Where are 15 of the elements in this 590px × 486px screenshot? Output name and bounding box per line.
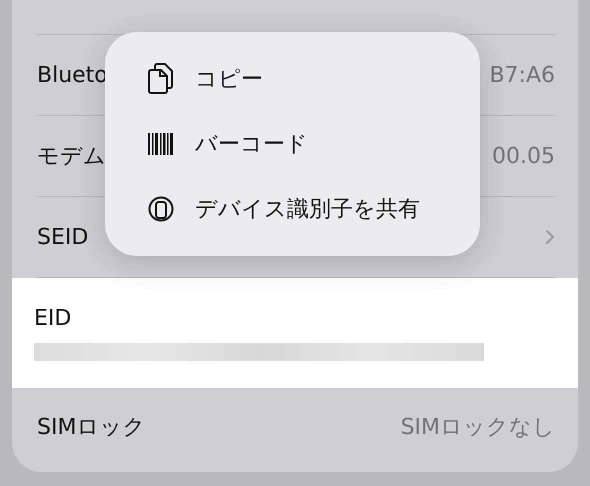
row-value: 00.05 bbox=[492, 144, 555, 168]
phone-circle-icon bbox=[147, 196, 175, 222]
menu-item[interactable]: コピー bbox=[105, 46, 480, 111]
menu-item[interactable]: デバイス識別子を共有 bbox=[105, 176, 480, 241]
documents-icon bbox=[147, 62, 175, 94]
row-label: モデム bbox=[37, 143, 106, 171]
row-value: SIMロックなし bbox=[400, 414, 555, 442]
chevron-icon bbox=[545, 229, 555, 245]
menu-item[interactable]: バーコード bbox=[105, 111, 480, 176]
barcode-icon bbox=[147, 132, 175, 154]
row-label: EID bbox=[34, 306, 72, 330]
row-label: SIMロック bbox=[37, 414, 146, 442]
row-label: SEID bbox=[37, 224, 88, 250]
row-label: Blueto bbox=[37, 62, 108, 88]
row-value: B7:A6 bbox=[489, 62, 555, 88]
